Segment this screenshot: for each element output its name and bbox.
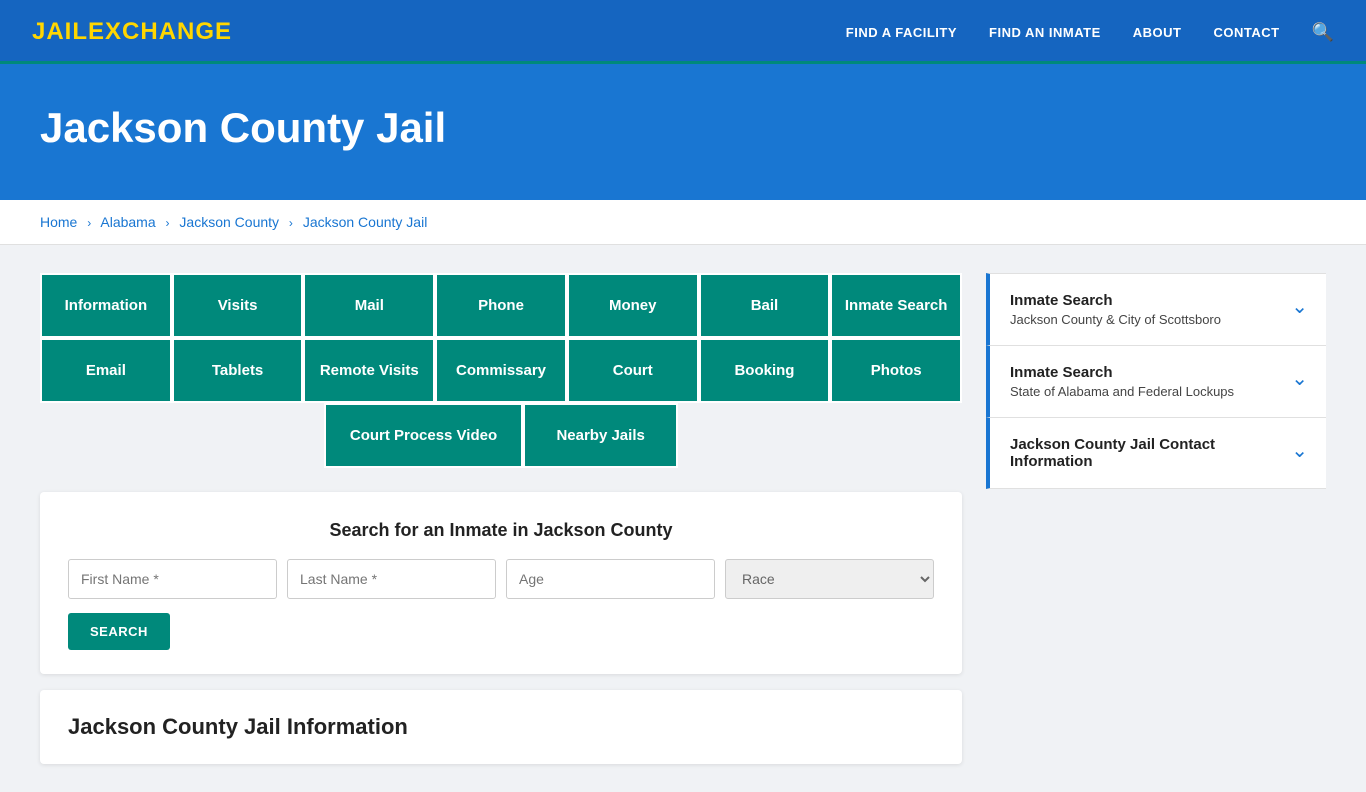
chevron-down-icon-local: ⌄ [1291, 294, 1308, 319]
breadcrumb-sep-2: › [166, 216, 170, 230]
tile-money[interactable]: Money [567, 273, 699, 338]
sidebar-card-inmate-state[interactable]: Inmate Search State of Alabama and Feder… [986, 346, 1326, 418]
sidebar-card-subtitle-local: Jackson County & City of Scottsboro [1010, 312, 1221, 327]
breadcrumb-alabama[interactable]: Alabama [100, 214, 155, 230]
sidebar-card-contact[interactable]: Jackson County Jail Contact Information … [986, 418, 1326, 489]
tile-booking[interactable]: Booking [699, 338, 831, 403]
nav-find-facility[interactable]: FIND A FACILITY [846, 25, 957, 40]
search-button[interactable]: SEARCH [68, 613, 170, 650]
tile-inmate-search[interactable]: Inmate Search [830, 273, 962, 338]
search-icon[interactable]: 🔍 [1312, 22, 1334, 43]
tile-commissary[interactable]: Commissary [435, 338, 567, 403]
left-column: Information Visits Mail Phone Money Bail… [40, 273, 962, 764]
sidebar-card-subtitle-state: State of Alabama and Federal Lockups [1010, 384, 1234, 399]
nav-find-inmate[interactable]: FIND AN INMATE [989, 25, 1101, 40]
tile-photos[interactable]: Photos [830, 338, 962, 403]
tile-mail[interactable]: Mail [303, 273, 435, 338]
sidebar-card-title-local: Inmate Search [1010, 292, 1221, 309]
last-name-input[interactable] [287, 559, 496, 599]
breadcrumb-jackson-county[interactable]: Jackson County [179, 214, 279, 230]
tile-information[interactable]: Information [40, 273, 172, 338]
sidebar-card-text-contact: Jackson County Jail Contact Information [1010, 436, 1291, 470]
sidebar-card-title-contact: Jackson County Jail Contact Information [1010, 436, 1291, 470]
first-name-input[interactable] [68, 559, 277, 599]
tile-email[interactable]: Email [40, 338, 172, 403]
site-logo[interactable]: JAILEXCHANGE [32, 18, 232, 46]
logo-part1: JAIL [32, 18, 88, 45]
nav-contact[interactable]: CONTACT [1213, 25, 1279, 40]
tile-row-1: Information Visits Mail Phone Money Bail… [40, 273, 962, 338]
nav-about[interactable]: ABOUT [1133, 25, 1182, 40]
right-sidebar: Inmate Search Jackson County & City of S… [986, 273, 1326, 489]
main-area: Information Visits Mail Phone Money Bail… [0, 245, 1366, 792]
breadcrumb-current: Jackson County Jail [303, 214, 428, 230]
sidebar-card-title-state: Inmate Search [1010, 364, 1234, 381]
tile-remote-visits[interactable]: Remote Visits [303, 338, 435, 403]
tile-court-process-video[interactable]: Court Process Video [324, 403, 523, 468]
tile-court[interactable]: Court [567, 338, 699, 403]
info-section: Jackson County Jail Information [40, 690, 962, 764]
sidebar-card-text-local: Inmate Search Jackson County & City of S… [1010, 292, 1221, 327]
logo-highlight: E [88, 18, 105, 45]
breadcrumb-home[interactable]: Home [40, 214, 77, 230]
search-fields: Race White Black Hispanic Asian Other [68, 559, 934, 599]
logo-part2: XCHANGE [105, 18, 232, 45]
breadcrumb-sep-3: › [289, 216, 293, 230]
navbar: JAILEXCHANGE FIND A FACILITY FIND AN INM… [0, 0, 1366, 64]
tile-visits[interactable]: Visits [172, 273, 304, 338]
sidebar-card-inmate-local[interactable]: Inmate Search Jackson County & City of S… [986, 273, 1326, 346]
sidebar-card-text-state: Inmate Search State of Alabama and Feder… [1010, 364, 1234, 399]
info-heading: Jackson County Jail Information [68, 714, 934, 740]
inmate-search-card: Search for an Inmate in Jackson County R… [40, 492, 962, 674]
breadcrumb: Home › Alabama › Jackson County › Jackso… [0, 200, 1366, 245]
tile-phone[interactable]: Phone [435, 273, 567, 338]
chevron-down-icon-contact: ⌄ [1291, 438, 1308, 463]
tile-row-2: Email Tablets Remote Visits Commissary C… [40, 338, 962, 403]
inmate-search-heading: Search for an Inmate in Jackson County [68, 520, 934, 541]
tile-tablets[interactable]: Tablets [172, 338, 304, 403]
hero-section: Jackson County Jail [0, 64, 1366, 200]
page-title: Jackson County Jail [40, 104, 1326, 152]
breadcrumb-sep-1: › [87, 216, 91, 230]
tile-row-3: Court Process Video Nearby Jails [40, 403, 962, 468]
age-input[interactable] [506, 559, 715, 599]
chevron-down-icon-state: ⌄ [1291, 366, 1308, 391]
nav-links: FIND A FACILITY FIND AN INMATE ABOUT CON… [846, 22, 1334, 43]
race-select[interactable]: Race White Black Hispanic Asian Other [725, 559, 934, 599]
tile-nearby-jails[interactable]: Nearby Jails [523, 403, 678, 468]
tile-bail[interactable]: Bail [699, 273, 831, 338]
